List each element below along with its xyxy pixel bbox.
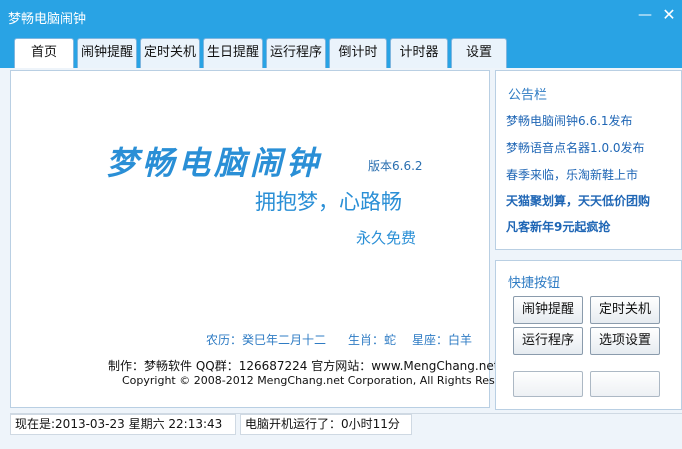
quick-options-button[interactable]: 选项设置	[590, 327, 660, 355]
status-current-time: 现在是:2013-03-23 星期六 22:13:43	[10, 414, 236, 435]
lunar-date: 农历：癸巳年二月十二	[206, 333, 327, 347]
xingzuo: 星座：白羊	[412, 333, 473, 347]
version-label: 版本6.6.2	[368, 159, 423, 173]
bulletin-header: 公告栏	[508, 88, 548, 103]
minimize-button[interactable]: —	[636, 6, 654, 24]
tab-timer[interactable]: 计时器	[390, 38, 448, 68]
credits-line: 制作：梦畅软件 QQ群：126687224 官方网站：www.MengChang…	[108, 359, 499, 373]
quick-empty-button-1[interactable]	[513, 371, 583, 397]
quick-run-program-button[interactable]: 运行程序	[513, 327, 583, 355]
tab-home[interactable]: 首页	[14, 38, 74, 68]
shengxiao: 生肖：蛇	[348, 333, 397, 347]
copyright-line: Copyright © 2008-2012 MengChang.net Corp…	[122, 374, 527, 387]
close-button[interactable]: ✕	[660, 6, 678, 24]
bulletin-link-4[interactable]: 天猫聚划算，天天低价团购	[506, 192, 650, 209]
quick-alarm-button[interactable]: 闹钟提醒	[513, 296, 583, 324]
bulletin-link-5[interactable]: 凡客新年9元起疯抢	[506, 218, 610, 235]
bulletin-link-2[interactable]: 梦畅语音点名器1.0.0发布	[506, 139, 645, 156]
bulletin-link-1[interactable]: 梦畅电脑闹钟6.6.1发布	[506, 112, 633, 129]
status-uptime: 电脑开机运行了：0小时11分	[240, 414, 412, 435]
tab-alarm[interactable]: 闹钟提醒	[77, 38, 137, 68]
tab-run-program[interactable]: 运行程序	[266, 38, 326, 68]
free-label: 永久免费	[356, 229, 417, 247]
quick-shutdown-button[interactable]: 定时关机	[590, 296, 660, 324]
tab-settings[interactable]: 设置	[451, 38, 507, 68]
bulletin-link-3[interactable]: 春季来临，乐淘新鞋上市	[506, 166, 638, 183]
tab-shutdown[interactable]: 定时关机	[140, 38, 200, 68]
slogan: 拥抱梦，心路畅	[255, 190, 402, 214]
app-logo-text: 梦畅电脑闹钟	[106, 144, 323, 182]
tab-countdown[interactable]: 倒计时	[329, 38, 387, 68]
window-title: 梦畅电脑闹钟	[8, 12, 87, 27]
quick-empty-button-2[interactable]	[590, 371, 660, 397]
title-bar	[0, 0, 682, 36]
quick-buttons-header: 快捷按钮	[508, 276, 561, 291]
tab-birthday[interactable]: 生日提醒	[203, 38, 263, 68]
